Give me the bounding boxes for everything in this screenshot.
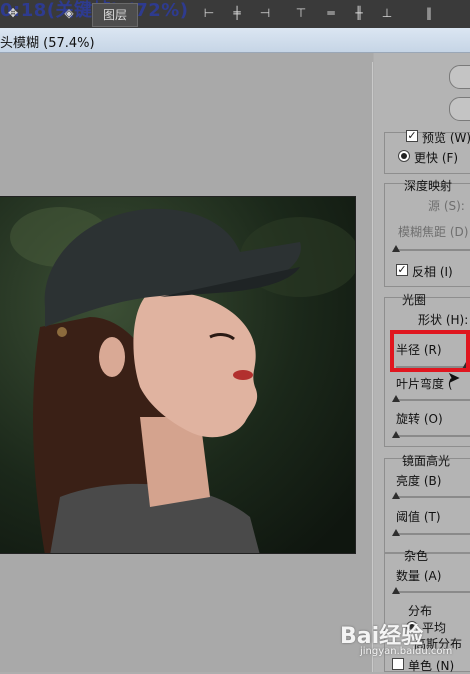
mouse-cursor-icon: ➤: [447, 368, 461, 387]
dialog-title: 头模糊 (57.4%): [0, 36, 95, 51]
noise-section-title: 杂色: [404, 549, 429, 563]
threshold-label: 阈值 (T): [396, 510, 441, 524]
preview-photo: [0, 196, 356, 554]
app-toolbar: 0:18(关键帧) (72%) ✥ ◈ 图层 ⊢ ╪ ⊣ ⊤ ═ ╫ ⊥ ‖: [0, 0, 470, 28]
amount-label: 数量 (A): [396, 569, 442, 583]
dialog-titlebar: 头模糊 (57.4%): [0, 28, 470, 53]
invert-label: 反相 (I): [412, 265, 453, 279]
ok-button[interactable]: [449, 65, 470, 89]
rotation-slider[interactable]: [392, 431, 470, 438]
blur-focal-slider[interactable]: [392, 245, 470, 252]
portrait-image: [0, 197, 355, 553]
preview-label: 预览 (W): [422, 131, 470, 145]
distribute-vertical-icon[interactable]: ═: [322, 4, 340, 22]
slider-thumb[interactable]: [392, 587, 400, 594]
move-icon[interactable]: ✥: [4, 4, 22, 22]
source-label: 源 (S):: [428, 199, 465, 213]
slider-thumb[interactable]: [392, 245, 400, 252]
preview-frame: [0, 62, 373, 672]
specular-section-title: 镜面高光: [402, 454, 451, 468]
depth-map-section-title: 深度映射: [404, 179, 453, 193]
layer-icon[interactable]: ◈: [60, 4, 78, 22]
slider-thumb[interactable]: [392, 529, 400, 536]
mono-checkbox[interactable]: [392, 658, 404, 670]
faster-label: 更快 (F): [414, 151, 459, 165]
align-left-icon[interactable]: ⊢: [200, 4, 218, 22]
blur-focal-label: 模糊焦距 (D): [398, 225, 469, 239]
spacing-icon[interactable]: ‖: [420, 4, 438, 22]
align-right-icon[interactable]: ⊣: [256, 4, 274, 22]
blade-curvature-slider[interactable]: [392, 395, 470, 402]
preview-checkbox[interactable]: ✓: [406, 130, 418, 142]
amount-slider[interactable]: [392, 587, 470, 594]
rotation-label: 旋转 (O): [396, 412, 443, 426]
slider-thumb[interactable]: [392, 395, 400, 402]
slider-thumb[interactable]: [392, 431, 400, 438]
watermark-url: jingyan.baidu.com: [360, 646, 453, 657]
blade-curvature-label: 叶片弯度 (: [396, 377, 453, 391]
distribute-middle-icon[interactable]: ╫: [350, 4, 368, 22]
distribute-bottom-icon[interactable]: ⊥: [378, 4, 396, 22]
distribute-icon[interactable]: ⊤: [292, 4, 310, 22]
distribution-label: 分布: [408, 604, 433, 618]
invert-checkbox[interactable]: ✓: [396, 264, 408, 276]
cancel-button[interactable]: [449, 97, 470, 121]
radius-highlight-box: [390, 330, 470, 372]
uniform-label: 平均: [422, 621, 447, 635]
brightness-label: 亮度 (B): [396, 474, 442, 488]
align-center-icon[interactable]: ╪: [228, 4, 246, 22]
shape-label: 形状 (H):: [418, 313, 469, 327]
tab-layers[interactable]: 图层: [92, 3, 138, 27]
threshold-slider[interactable]: [392, 529, 470, 536]
iris-section-title: 光圈: [402, 293, 427, 307]
faster-radio[interactable]: [398, 150, 410, 162]
slider-thumb[interactable]: [392, 492, 400, 499]
preview-area: [0, 53, 373, 672]
mono-label: 单色 (N): [408, 659, 455, 673]
brightness-slider[interactable]: [392, 492, 470, 499]
